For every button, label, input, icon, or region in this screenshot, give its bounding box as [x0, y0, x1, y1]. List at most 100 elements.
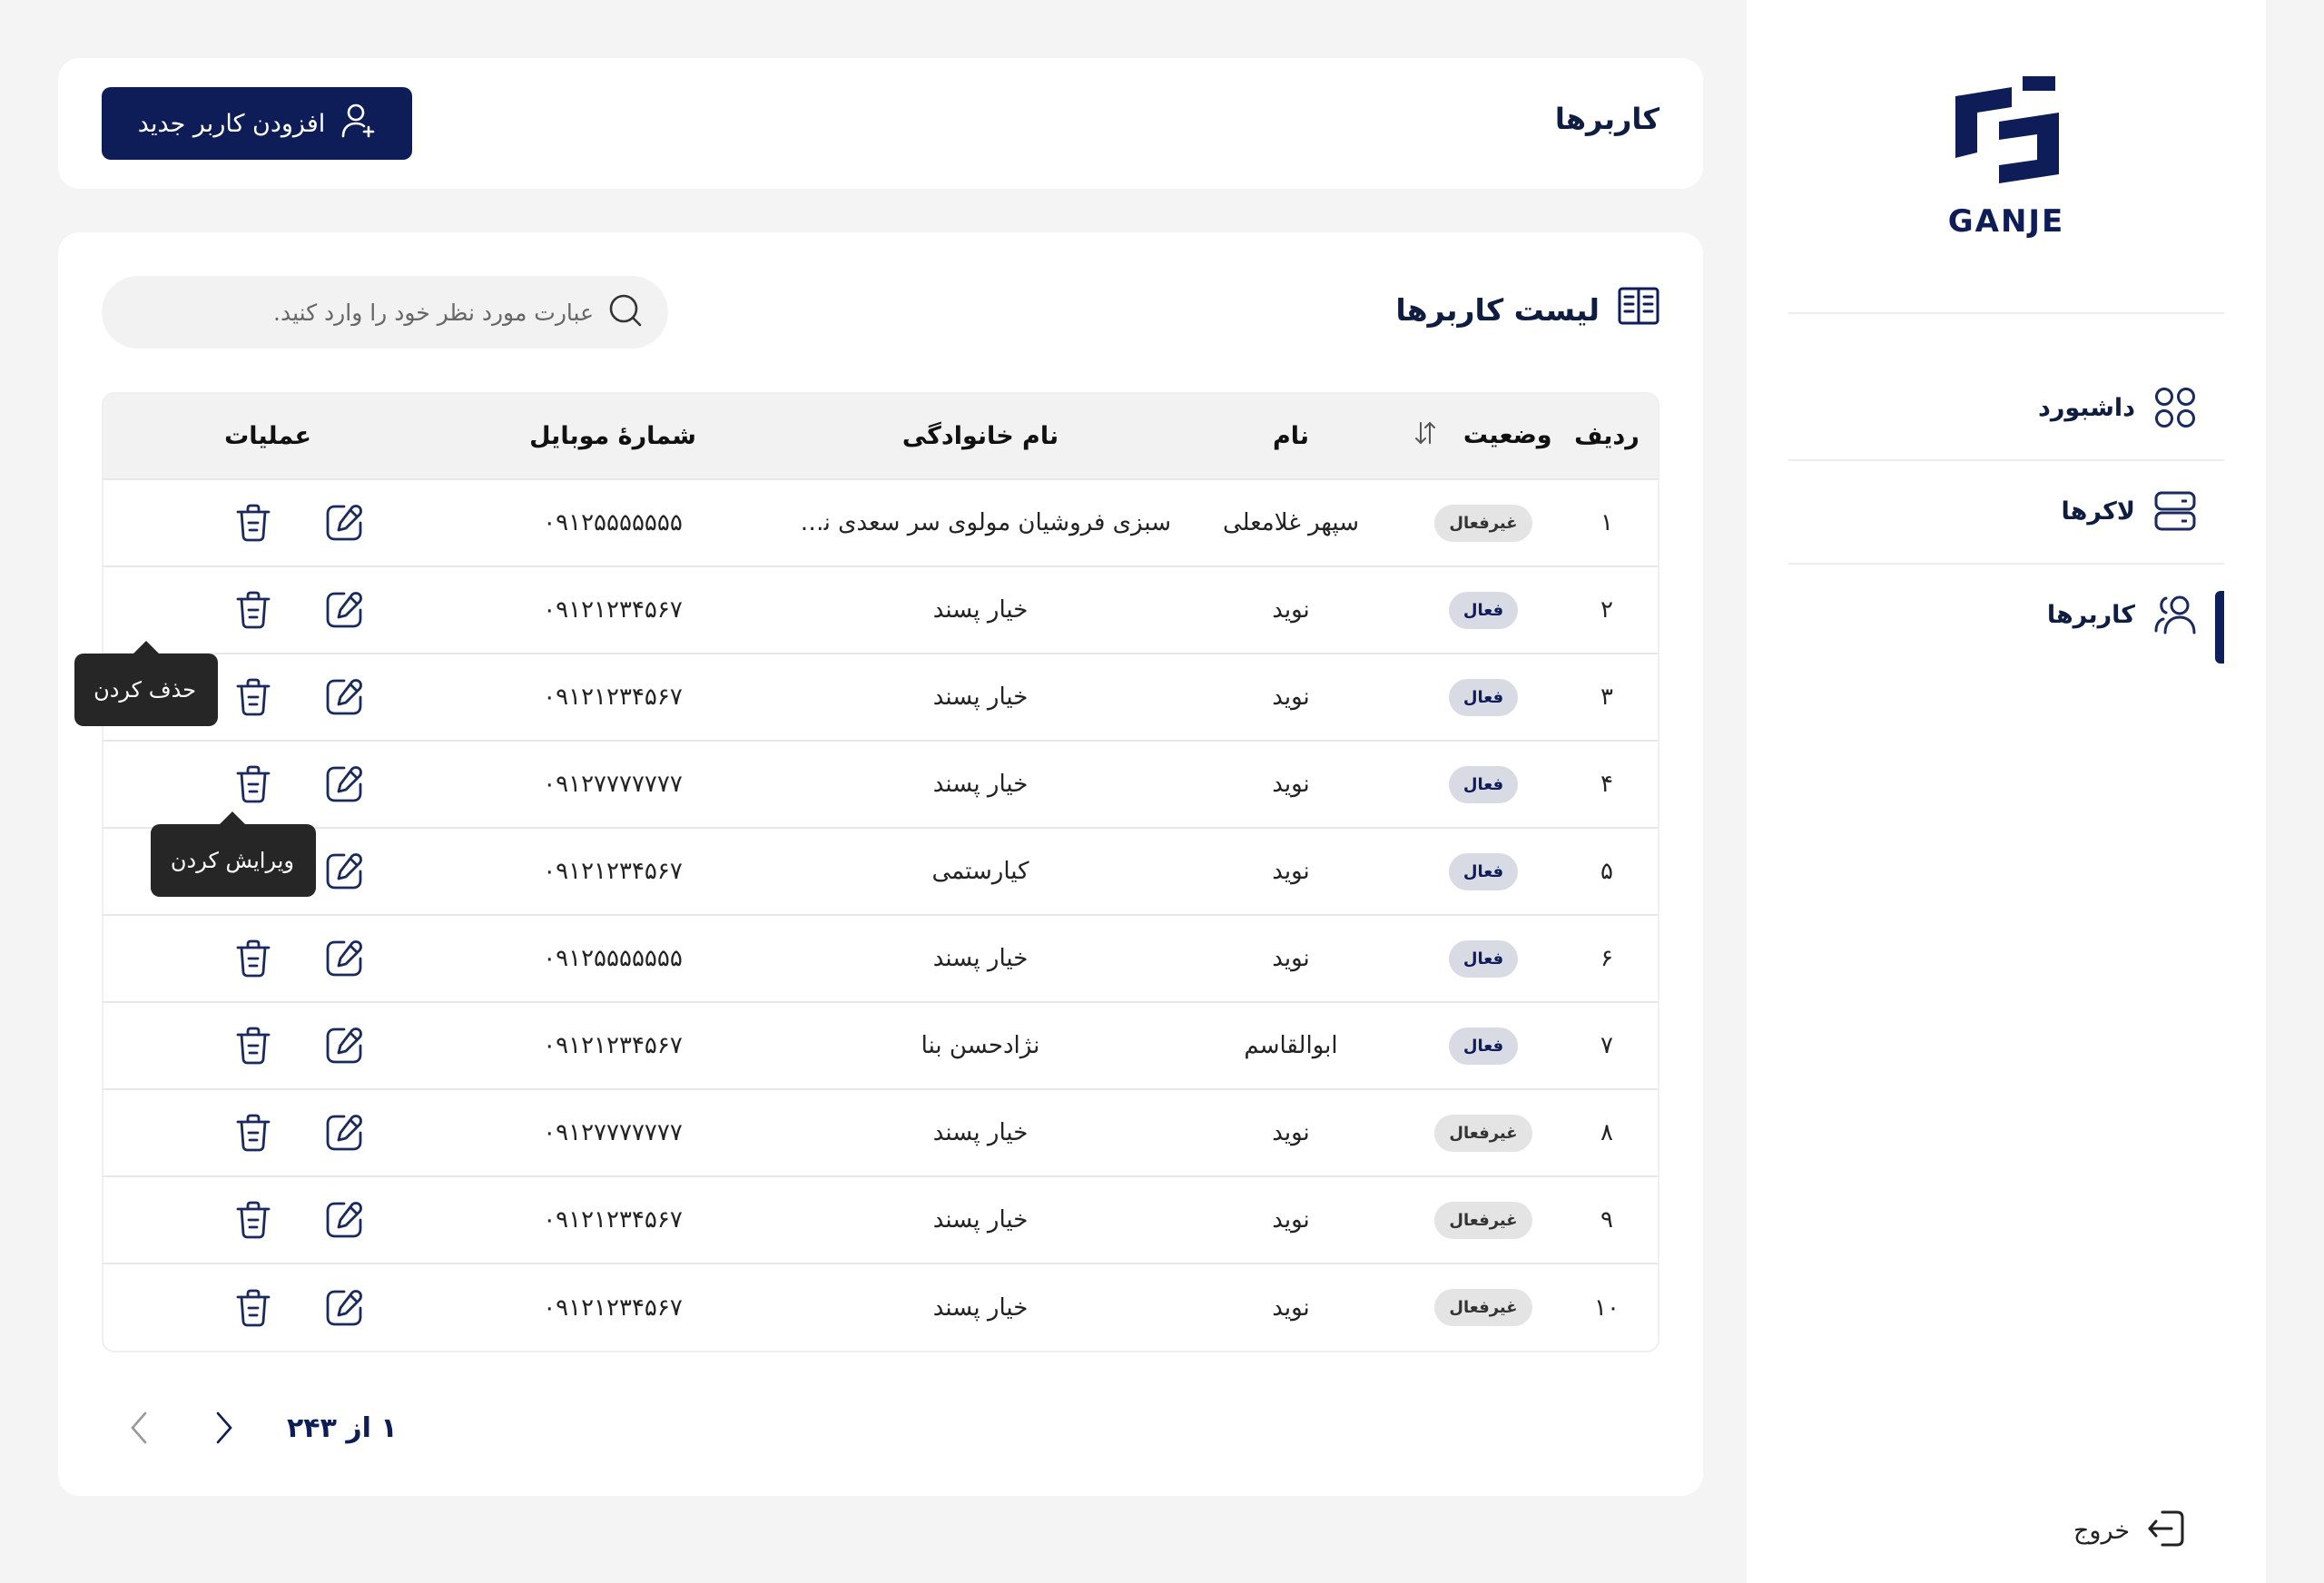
trash-icon[interactable]	[231, 1197, 276, 1243]
status-badge: فعال	[1448, 1027, 1519, 1065]
dashboard-icon	[2153, 386, 2197, 429]
column-header-index: ردیف	[1574, 422, 1640, 450]
logo-mark-icon	[1955, 76, 2059, 183]
status-badge: فعال	[1448, 678, 1519, 716]
table-row: ۵ فعال نوید کیارستمی ۰۹۱۲۱۲۳۴۵۶۷	[103, 828, 1658, 915]
list-title: لیست کاربرها	[1395, 287, 1659, 332]
trash-icon[interactable]	[231, 1110, 276, 1155]
trash-icon[interactable]	[231, 762, 276, 807]
edit-icon[interactable]	[321, 500, 367, 546]
page-indicator: ۱ از ۲۴۳	[287, 1411, 398, 1444]
cell-mobile: ۰۹۱۲۵۵۵۵۵۵۵	[543, 945, 683, 972]
edit-icon[interactable]	[321, 849, 367, 894]
cell-mobile: ۰۹۱۲۱۲۳۴۵۶۷	[543, 1293, 683, 1322]
edit-icon[interactable]	[321, 587, 367, 633]
cell-index: ۱	[1600, 509, 1613, 536]
cell-status: فعال	[1411, 741, 1556, 828]
trash-icon[interactable]	[231, 1023, 276, 1068]
users-icon	[2153, 593, 2197, 636]
cell-actions	[103, 1263, 436, 1351]
table-row: ۷ فعال ابوالقاسم نژادحسن بنا ۰۹۱۲۱۲۳۴۵۶۷	[103, 1002, 1658, 1089]
column-header-first-name: نام	[1272, 422, 1310, 450]
edit-icon[interactable]	[321, 1197, 367, 1243]
trash-icon[interactable]	[231, 1285, 276, 1331]
cell-first-name: نوید	[1272, 1206, 1310, 1234]
edit-icon[interactable]	[321, 936, 367, 981]
table-row: ۴ فعال نوید خیار پسند ۰۹۱۲۷۷۷۷۷۷۷	[103, 741, 1658, 828]
sidebar-item-lockers[interactable]: لاکرها	[1788, 460, 2224, 562]
trash-icon[interactable]	[231, 500, 276, 546]
cell-status: فعال	[1411, 566, 1556, 654]
cell-actions	[103, 915, 436, 1002]
sidebar-item-label: داشبورد	[2037, 393, 2135, 422]
cell-mobile: ۰۹۱۲۱۲۳۴۵۶۷	[543, 596, 683, 624]
add-user-icon	[341, 103, 376, 145]
cell-actions	[103, 479, 436, 566]
table-row: ۹ غیرفعال نوید خیار پسند ۰۹۱۲۱۲۳۴۵۶۷	[103, 1176, 1658, 1263]
logout-button[interactable]: خروج	[2073, 1509, 2186, 1552]
cell-index: ۵	[1600, 858, 1613, 885]
cell-status: فعال	[1411, 915, 1556, 1002]
sidebar-item-dashboard[interactable]: داشبورد	[1788, 357, 2224, 458]
status-badge: فعال	[1448, 765, 1519, 803]
edit-icon[interactable]	[321, 674, 367, 720]
cell-mobile: ۰۹۱۲۱۲۳۴۵۶۷	[543, 1032, 683, 1059]
trash-icon[interactable]	[231, 674, 276, 720]
edit-icon[interactable]	[321, 1110, 367, 1155]
previous-page-icon[interactable]	[116, 1405, 162, 1450]
column-header-label: وضعیت	[1462, 421, 1552, 449]
edit-tooltip: ویرایش کردن	[151, 811, 316, 897]
search-box[interactable]	[102, 276, 668, 349]
page-title: کاربرها	[1554, 102, 1659, 136]
cell-first-name: نوید	[1272, 945, 1310, 972]
cell-actions	[103, 1176, 436, 1263]
pagination: ۱ از ۲۴۳	[116, 1405, 398, 1450]
cell-index: ۷	[1600, 1032, 1613, 1059]
cell-first-name: نوید	[1272, 683, 1310, 711]
table-row: ۲ فعال نوید خیار پسند ۰۹۱۲۱۲۳۴۵۶۷	[103, 566, 1658, 654]
cell-first-name: ابوالقاسم	[1244, 1032, 1338, 1059]
search-input[interactable]	[158, 299, 594, 326]
cell-first-name: نوید	[1272, 771, 1310, 798]
cell-last-name: سبزی فروشیان مولوی سر سعدی نرس...	[790, 509, 1171, 536]
cell-status: فعال	[1411, 828, 1556, 915]
cell-mobile: ۰۹۱۲۷۷۷۷۷۷۷	[543, 771, 683, 798]
cell-last-name: خیار پسند	[932, 771, 1029, 798]
column-header-status[interactable]: وضعیت	[1411, 394, 1556, 479]
table-row: ۶ فعال نوید خیار پسند ۰۹۱۲۵۵۵۵۵۵۵	[103, 915, 1658, 1002]
ganje-logo[interactable]: GANJE	[1946, 76, 2066, 240]
status-badge: فعال	[1448, 591, 1519, 629]
edit-icon[interactable]	[321, 1285, 367, 1331]
cell-last-name: خیار پسند	[932, 945, 1029, 972]
column-header-mobile: شمارهٔ موبایل	[529, 422, 696, 450]
logout-icon	[2146, 1509, 2186, 1552]
cell-first-name: سپهر غلامعلی	[1222, 509, 1360, 536]
cell-status: غیرفعال	[1411, 1089, 1556, 1176]
add-user-label: افزودن کاربر جدید	[137, 109, 326, 138]
cell-actions	[103, 1002, 436, 1089]
table-row: ۱۰ غیرفعال نوید خیار پسند ۰۹۱۲۱۲۳۴۵۶۷	[103, 1263, 1658, 1351]
edit-icon[interactable]	[321, 762, 367, 807]
cell-mobile: ۰۹۱۲۱۲۳۴۵۶۷	[543, 1206, 683, 1234]
users-table: ردیف وضعیت نام نام خانوادگی شمارهٔ موبای…	[102, 392, 1659, 1352]
cell-last-name: خیار پسند	[932, 1119, 1029, 1146]
sort-icon[interactable]	[1414, 420, 1436, 452]
cell-last-name: خیار پسند	[932, 596, 1029, 624]
cell-mobile: ۰۹۱۲۵۵۵۵۵۵۵	[543, 509, 683, 536]
sidebar-item-users[interactable]: کاربرها	[1788, 564, 2224, 665]
add-user-button[interactable]: افزودن کاربر جدید	[102, 87, 412, 160]
cell-status: غیرفعال	[1411, 479, 1556, 566]
trash-icon[interactable]	[231, 587, 276, 633]
cell-status: غیرفعال	[1411, 1263, 1556, 1351]
sidebar-divider	[1788, 312, 2224, 314]
sidebar-item-label: کاربرها	[2046, 600, 2135, 629]
edit-icon[interactable]	[321, 1023, 367, 1068]
trash-icon[interactable]	[231, 936, 276, 981]
cell-index: ۳	[1600, 683, 1613, 711]
column-header-actions: عملیات	[224, 422, 311, 450]
cell-status: فعال	[1411, 1002, 1556, 1089]
cell-status: فعال	[1411, 654, 1556, 741]
cell-mobile: ۰۹۱۲۱۲۳۴۵۶۷	[543, 858, 683, 885]
status-badge: غیرفعال	[1434, 504, 1532, 542]
next-page-icon[interactable]	[202, 1405, 247, 1450]
